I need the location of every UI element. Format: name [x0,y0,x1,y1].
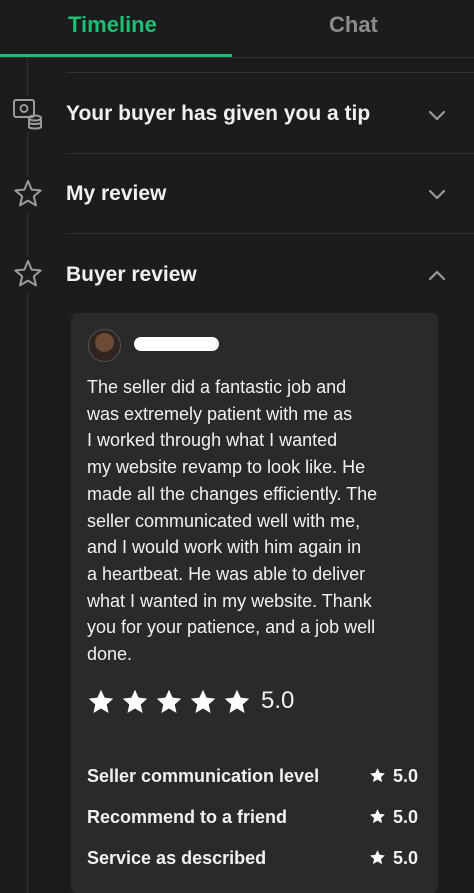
review-line: and I would work with him again in [87,537,362,558]
criteria-row: Service as described 5.0 [87,846,422,872]
timeline-item-label: My review [66,182,167,205]
review-line: my website revamp to look like. He [87,457,366,478]
review-line: The seller did a fantastic job and [87,377,347,397]
review-text: The seller did a fantastic job and was e… [87,374,422,668]
star-filled-icon [190,689,216,713]
star-outline-icon [10,256,46,292]
avatar [88,329,121,362]
star-outline-icon [10,176,46,212]
timeline-item-label: Your buyer has given you a tip [66,102,371,125]
star-filled-icon [370,768,385,783]
review-line: made all the changes efficiently. The [87,483,378,504]
star-filled-icon [88,689,114,713]
tab-timeline[interactable]: Timeline [68,12,157,38]
criteria-rating: 5.0 [393,807,419,827]
star-filled-icon [370,809,385,824]
star-filled-icon [122,689,148,713]
criteria-rating: 5.0 [393,848,419,868]
star-filled-icon [370,850,385,865]
criteria-row: Recommend to a friend 5.0 [87,805,422,831]
buyer-review-card: The seller did a fantastic job and was e… [71,313,438,893]
review-line: a heartbeat. He was able to deliver [87,563,366,584]
review-line: I worked through what I wanted [87,430,338,451]
timeline-item-tip[interactable]: Your buyer has given you a tip [0,74,474,154]
star-filled-icon [156,689,182,713]
criteria-label: Recommend to a friend [87,807,288,827]
timeline-item-label: Buyer review [66,263,197,286]
chevron-down-icon[interactable] [426,183,448,205]
review-line: what I wanted in my website. Thank [87,590,372,611]
timeline-item-buyer-review[interactable]: Buyer review [0,234,474,314]
divider [66,72,474,73]
review-line: was extremely patient with me as [87,403,353,424]
tab-divider [0,57,474,58]
tab-bar: Timeline Chat [0,0,474,58]
star-filled-icon [224,689,250,713]
overall-rating: 5.0 [261,687,295,714]
tip-coins-icon [10,96,46,132]
timeline-item-my-review[interactable]: My review [0,154,474,234]
review-line: you for your patience, and a job well [87,617,376,638]
review-line: done. [87,644,133,665]
chevron-up-icon[interactable] [426,264,448,286]
criteria-label: Seller communication level [87,766,320,786]
criteria-row: Seller communication level 5.0 [87,764,422,790]
criteria-rating: 5.0 [393,766,419,786]
chevron-down-icon[interactable] [426,104,448,126]
redacted-reviewer-name [134,337,219,351]
tab-chat[interactable]: Chat [329,12,378,38]
criteria-label: Service as described [87,848,267,868]
review-line: seller communicated well with me, [87,510,361,531]
